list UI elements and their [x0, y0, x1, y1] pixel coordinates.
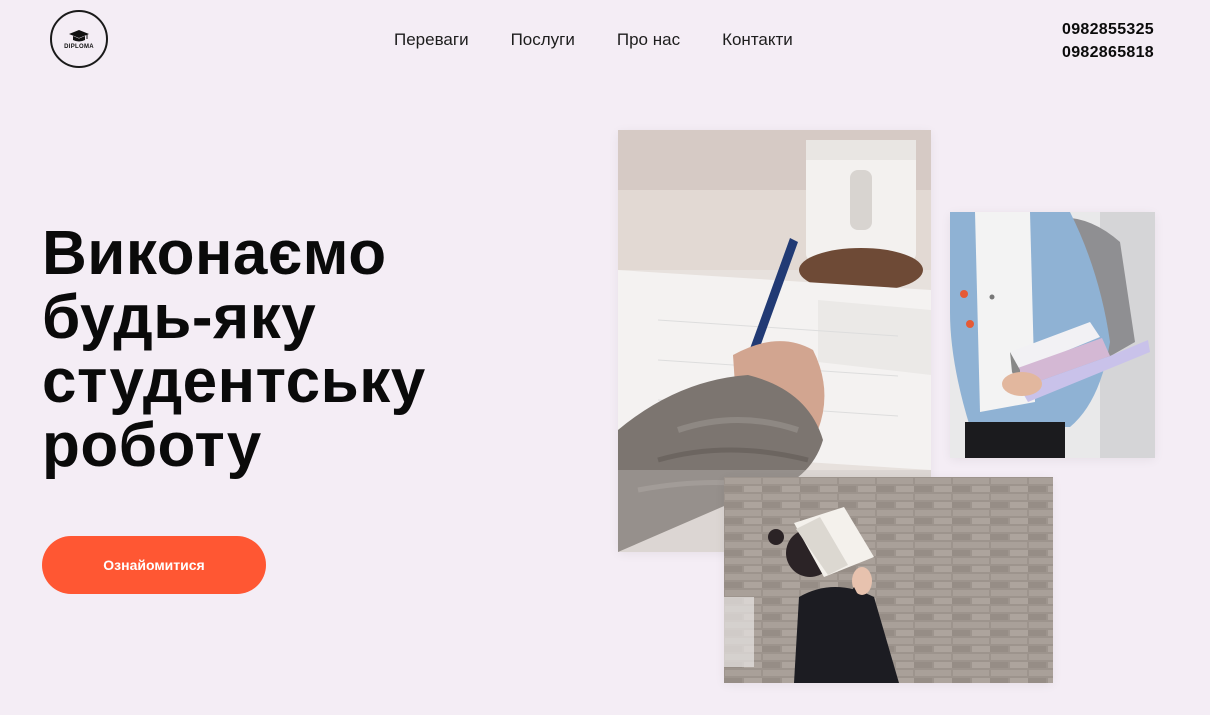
logo-text: DIPLOMA — [64, 43, 94, 50]
nav-link-contacts[interactable]: Контакти — [722, 30, 793, 50]
learn-more-button[interactable]: Ознайомитися — [42, 536, 266, 594]
graduation-cap-icon — [69, 29, 89, 41]
brick-wall-photo — [724, 477, 1053, 683]
main-nav: Переваги Послуги Про нас Контакти — [394, 30, 793, 50]
nav-link-advantages[interactable]: Переваги — [394, 30, 469, 50]
phone-numbers: 0982855325 0982865818 — [1062, 18, 1154, 64]
nav-link-about[interactable]: Про нас — [617, 30, 680, 50]
hero-title: Виконаємо будь-яку студентську роботу — [42, 222, 522, 478]
hero-title-line: Виконаємо — [42, 219, 387, 288]
student-books-photo — [950, 212, 1155, 458]
phone-number-2[interactable]: 0982865818 — [1062, 41, 1154, 64]
hero-title-line: студентську — [42, 347, 426, 416]
phone-number-1[interactable]: 0982855325 — [1062, 18, 1154, 41]
hero-title-line: будь-яку — [42, 283, 317, 352]
hero-title-line: роботу — [42, 411, 262, 480]
page: DIPLOMA Переваги Послуги Про нас Контакт… — [0, 0, 1210, 715]
nav-link-services[interactable]: Послуги — [511, 30, 575, 50]
logo[interactable]: DIPLOMA — [50, 10, 108, 68]
